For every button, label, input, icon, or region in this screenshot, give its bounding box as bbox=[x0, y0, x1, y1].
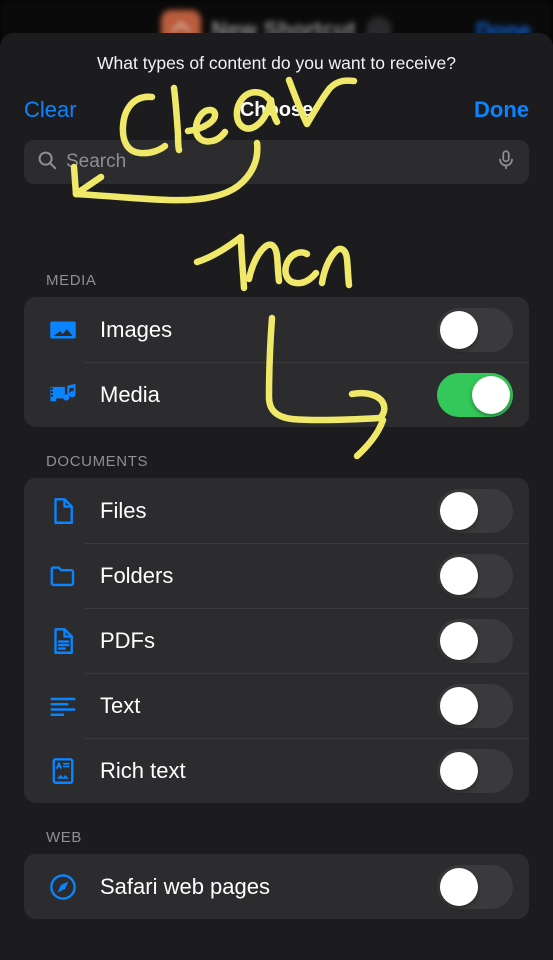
folder-icon bbox=[46, 561, 80, 591]
section-card-media: Images Media bbox=[24, 297, 529, 427]
screen: New Shortcut Done What types of content … bbox=[0, 0, 553, 960]
list-item-files[interactable]: Files bbox=[24, 478, 529, 543]
list-item-label: Images bbox=[100, 316, 173, 342]
list-item-rich-text[interactable]: Rich text bbox=[24, 738, 529, 803]
film-music-icon bbox=[46, 380, 80, 410]
sheet-prompt: What types of content do you want to rec… bbox=[97, 53, 456, 73]
clear-button[interactable]: Clear bbox=[24, 97, 77, 123]
section-header-media: MEDIA bbox=[46, 272, 97, 289]
list-item-pdfs[interactable]: PDFs bbox=[24, 608, 529, 673]
safari-compass-icon bbox=[46, 872, 80, 902]
document-icon bbox=[46, 496, 80, 526]
text-toggle[interactable] bbox=[437, 683, 513, 728]
toggle-knob bbox=[440, 686, 478, 725]
rich-text-toggle[interactable] bbox=[437, 748, 513, 793]
toggle-knob bbox=[440, 556, 478, 595]
list-item-folders[interactable]: Folders bbox=[24, 543, 529, 608]
done-button[interactable]: Done bbox=[474, 97, 529, 123]
folders-toggle[interactable] bbox=[437, 553, 513, 598]
text-lines-icon bbox=[46, 691, 80, 721]
images-toggle[interactable] bbox=[437, 307, 513, 352]
list-item-label: PDFs bbox=[100, 627, 155, 653]
list-item-images[interactable]: Images bbox=[24, 297, 529, 362]
toggle-knob bbox=[440, 491, 478, 530]
sheet-nav-bar: Clear Choose Done bbox=[0, 84, 553, 136]
search-container bbox=[0, 136, 553, 184]
files-toggle[interactable] bbox=[437, 488, 513, 533]
media-toggle[interactable] bbox=[437, 372, 513, 417]
list-item-label: Rich text bbox=[100, 757, 186, 783]
list-item-label: Safari web pages bbox=[100, 873, 270, 899]
sheet-heading: Choose bbox=[239, 98, 314, 121]
pdf-document-icon bbox=[46, 626, 80, 656]
section-card-documents: Files Folders PDFs Text Rich text bbox=[24, 478, 529, 803]
list-item-media[interactable]: Media bbox=[24, 362, 529, 427]
section-header-documents: DOCUMENTS bbox=[46, 453, 149, 470]
toggle-knob bbox=[440, 867, 478, 906]
toggle-knob bbox=[440, 621, 478, 660]
section-header-web: WEB bbox=[46, 829, 82, 846]
pdfs-toggle[interactable] bbox=[437, 618, 513, 663]
toggle-knob bbox=[440, 751, 478, 790]
section-card-web: Safari web pages bbox=[24, 854, 529, 919]
toggle-knob bbox=[472, 375, 510, 414]
list-item-text[interactable]: Text bbox=[24, 673, 529, 738]
toggle-knob bbox=[440, 310, 478, 349]
list-item-label: Folders bbox=[100, 562, 174, 588]
content-type-sheet: What types of content do you want to rec… bbox=[0, 33, 553, 960]
list-item-label: Text bbox=[100, 692, 141, 718]
search-bar[interactable] bbox=[24, 140, 529, 184]
list-item-label: Media bbox=[100, 381, 160, 407]
list-item-safari-web-pages[interactable]: Safari web pages bbox=[24, 854, 529, 919]
safari-web-pages-toggle[interactable] bbox=[437, 864, 513, 909]
microphone-icon[interactable] bbox=[495, 149, 517, 176]
search-icon bbox=[36, 149, 58, 176]
rich-text-icon bbox=[46, 756, 80, 786]
content-type-list[interactable]: MEDIA Images Media DOCUMENTS Files Folde… bbox=[0, 246, 553, 960]
search-input[interactable] bbox=[66, 151, 487, 173]
list-item-label: Files bbox=[100, 497, 147, 523]
photo-icon bbox=[46, 315, 80, 345]
